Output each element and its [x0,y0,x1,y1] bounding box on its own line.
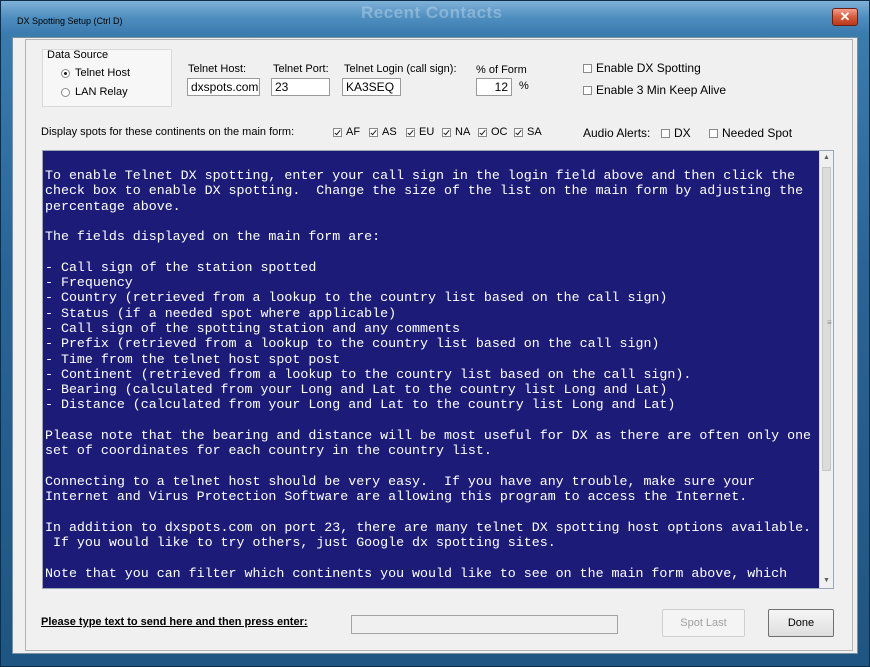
info-text: To enable Telnet DX spotting, enter your… [45,168,812,581]
continent-af-box[interactable] [333,127,342,137]
continent-af-label: AF [346,126,361,138]
form-percent-input[interactable]: 12 [476,78,512,96]
radio-lan-relay[interactable]: LAN Relay [61,86,128,98]
enable-dx-spotting-label: Enable DX Spotting [596,61,701,75]
continent-oc-box[interactable] [478,127,487,137]
audio-needed-checkbox[interactable]: Needed Spot [709,126,792,140]
telnet-login-input[interactable]: KA3SEQ [342,78,401,96]
audio-dx-label: DX [674,126,691,140]
window-title: DX Spotting Setup (Ctrl D) [17,16,123,26]
continent-sa-checkbox[interactable]: SA [514,126,542,138]
title-bar[interactable]: Recent Contacts DX Spotting Setup (Ctrl … [1,1,869,33]
continent-sa-box[interactable] [514,127,523,137]
continent-eu-label: EU [419,126,435,138]
done-button[interactable]: Done [768,609,834,637]
continent-na-box[interactable] [442,127,451,137]
continent-oc-checkbox[interactable]: OC [478,126,508,138]
close-button[interactable]: ✕ [832,8,858,26]
grip-icon: ≡ [827,318,832,327]
dialog-body: Data Source Telnet Host LAN Relay Telnet… [12,37,858,654]
send-text-input[interactable] [351,615,618,634]
keep-alive-label: Enable 3 Min Keep Alive [596,83,727,97]
continent-sa-label: SA [527,126,542,138]
radio-telnet-host-label: Telnet Host [75,67,131,79]
continent-af-checkbox[interactable]: AF [333,126,360,138]
keep-alive-checkbox[interactable]: Enable 3 Min Keep Alive [583,83,726,97]
audio-alerts-label: Audio Alerts: [583,126,651,140]
spot-last-button[interactable]: Spot Last [662,609,745,637]
continent-na-checkbox[interactable]: NA [442,126,470,138]
window-frame: Recent Contacts DX Spotting Setup (Ctrl … [0,0,870,667]
telnet-host-label: Telnet Host: [188,63,247,75]
continent-as-label: AS [382,126,397,138]
continent-na-label: NA [455,126,471,138]
radio-lan-relay-indicator[interactable] [61,87,70,97]
form-percent-unit: % [519,80,529,92]
audio-dx-checkbox[interactable]: DX [661,126,691,140]
continent-as-box[interactable] [369,127,378,137]
enable-dx-spotting-checkbox[interactable]: Enable DX Spotting [583,61,701,75]
audio-needed-box[interactable] [709,128,718,138]
continents-label: Display spots for these continents on th… [41,126,295,138]
scroll-thumb[interactable]: ≡ [822,167,832,471]
telnet-port-label: Telnet Port: [273,63,329,75]
close-icon: ✕ [839,9,851,24]
continent-oc-label: OC [491,126,508,138]
telnet-port-input[interactable]: 23 [271,78,330,96]
background-window-title: Recent Contacts [361,3,503,22]
enable-dx-spotting-box[interactable] [583,63,592,73]
form-percent-label: % of Form [476,64,527,76]
data-source-title: Data Source [47,49,109,61]
continent-as-checkbox[interactable]: AS [369,126,397,138]
radio-lan-relay-label: LAN Relay [75,86,128,98]
info-scrollbar[interactable]: ▲ ≡ ▼ [819,151,833,588]
radio-telnet-host[interactable]: Telnet Host [61,67,130,79]
continent-eu-box[interactable] [406,127,415,137]
send-text-label: Please type text to send here and then p… [41,616,308,628]
audio-needed-label: Needed Spot [722,126,793,140]
scroll-down-icon[interactable]: ▼ [820,574,833,588]
data-source-group: Data Source Telnet Host LAN Relay [42,49,172,107]
info-text-area[interactable]: To enable Telnet DX spotting, enter your… [42,150,834,589]
scroll-up-icon[interactable]: ▲ [820,151,833,165]
radio-telnet-host-indicator[interactable] [61,68,70,78]
audio-dx-box[interactable] [661,128,670,138]
telnet-host-input[interactable]: dxspots.com [187,78,260,96]
keep-alive-box[interactable] [583,85,592,95]
continent-eu-checkbox[interactable]: EU [406,126,434,138]
telnet-login-label: Telnet Login (call sign): [344,63,457,75]
